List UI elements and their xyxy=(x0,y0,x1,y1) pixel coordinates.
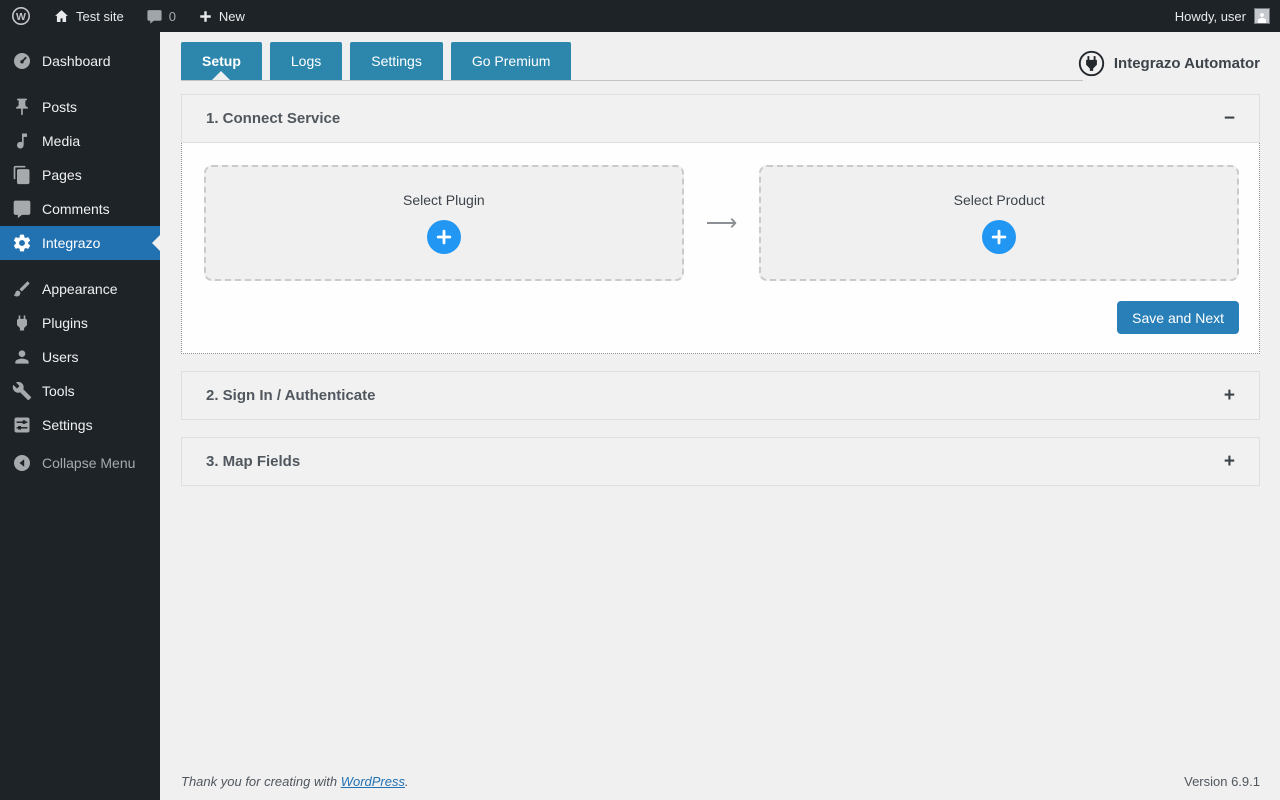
sidebar-item-tools[interactable]: Tools xyxy=(0,374,160,408)
section-connect-service: 1. Connect Service − Select Plugin ⟶ Sel… xyxy=(181,94,1260,354)
pages-icon xyxy=(13,165,30,185)
admin-footer: Thank you for creating with WordPress. V… xyxy=(181,774,1260,789)
site-name-menu[interactable]: Test site xyxy=(42,0,135,32)
gear-icon xyxy=(13,234,31,252)
plus-icon xyxy=(200,10,211,22)
appearance-icon xyxy=(13,281,30,297)
plugin-header-row: Setup Logs Settings Go Premium Integrazo… xyxy=(181,42,1260,94)
svg-text:W: W xyxy=(16,11,26,23)
expand-plus-icon[interactable]: + xyxy=(1224,386,1235,405)
footer-thanks-suffix: . xyxy=(405,774,409,789)
sidebar-item-label: Comments xyxy=(42,201,110,217)
footer-thanks: Thank you for creating with WordPress. xyxy=(181,774,409,789)
sidebar-item-dashboard[interactable]: Dashboard xyxy=(0,44,160,78)
plus-icon xyxy=(436,229,452,245)
select-product-card[interactable]: Select Product xyxy=(759,165,1240,281)
pin-icon xyxy=(16,98,28,116)
media-icon xyxy=(17,133,27,149)
tab-go-premium[interactable]: Go Premium xyxy=(450,42,572,80)
tab-label: Setup xyxy=(202,53,241,69)
tab-label: Logs xyxy=(290,53,322,69)
sidebar-item-label: Appearance xyxy=(42,281,118,297)
sidebar-item-label: Pages xyxy=(42,167,82,183)
right-arrow-icon: ⟶ xyxy=(705,210,738,235)
tab-setup[interactable]: Setup xyxy=(181,42,262,80)
connect-cards-row: Select Plugin ⟶ Select Product xyxy=(204,165,1240,281)
wordpress-logo-icon: W xyxy=(12,7,30,25)
settings-icon xyxy=(14,417,30,433)
sidebar-item-label: Tools xyxy=(42,383,75,399)
footer-thanks-prefix: Thank you for creating with xyxy=(181,774,341,789)
tab-settings[interactable]: Settings xyxy=(350,42,443,80)
sidebar-item-label: Dashboard xyxy=(42,53,111,69)
plugin-title: Integrazo Automator xyxy=(1078,50,1260,77)
sidebar-item-label: Posts xyxy=(42,99,78,115)
add-product-button[interactable] xyxy=(982,220,1017,254)
sidebar-item-comments[interactable]: Comments xyxy=(0,192,160,226)
sidebar-item-integrazo[interactable]: Integrazo xyxy=(0,226,160,260)
comments-icon xyxy=(13,200,31,219)
sidebar-item-label: Users xyxy=(42,349,79,365)
sidebar-item-appearance[interactable]: Appearance xyxy=(0,272,160,306)
admin-bar: W Test site 0 New Howdy, user xyxy=(0,0,1280,32)
plus-icon xyxy=(991,229,1007,245)
select-product-label: Select Product xyxy=(953,192,1045,208)
section-header-map-fields[interactable]: 3. Map Fields + xyxy=(181,437,1260,486)
plugin-icon xyxy=(17,315,27,331)
person-silhouette-icon xyxy=(1258,13,1266,23)
sidebar-item-label: Media xyxy=(42,133,81,149)
users-icon xyxy=(15,350,29,364)
sidebar-item-posts[interactable]: Posts xyxy=(0,90,160,124)
select-plugin-card[interactable]: Select Plugin xyxy=(204,165,684,281)
section-sign-in: 2. Sign In / Authenticate + xyxy=(181,371,1260,420)
sidebar-item-media[interactable]: Media xyxy=(0,124,160,158)
comment-count: 0 xyxy=(168,8,176,24)
save-row: Save and Next xyxy=(204,301,1239,334)
collapse-menu-button[interactable]: Collapse Menu xyxy=(0,446,160,480)
plugin-title-text: Integrazo Automator xyxy=(1113,55,1260,72)
connect-service-panel: Select Plugin ⟶ Select Product Save and … xyxy=(181,143,1260,354)
howdy-text: Howdy, user xyxy=(1174,8,1246,24)
sidebar-item-pages[interactable]: Pages xyxy=(0,158,160,192)
expand-plus-icon[interactable]: + xyxy=(1224,452,1235,471)
section-title: 3. Map Fields xyxy=(206,453,301,470)
section-header-connect-service[interactable]: 1. Connect Service − xyxy=(181,94,1260,143)
section-map-fields: 3. Map Fields + xyxy=(181,437,1260,486)
select-plugin-label: Select Plugin xyxy=(403,192,485,208)
sidebar-item-users[interactable]: Users xyxy=(0,340,160,374)
new-menu[interactable]: New xyxy=(187,0,256,32)
account-menu[interactable]: Howdy, user xyxy=(1175,8,1280,24)
tab-label: Go Premium xyxy=(471,53,551,69)
collapse-arrow-icon xyxy=(14,455,30,471)
save-and-next-button[interactable]: Save and Next xyxy=(1117,301,1239,334)
dashboard-icon xyxy=(14,53,30,69)
sidebar-item-settings[interactable]: Settings xyxy=(0,408,160,442)
tab-logs[interactable]: Logs xyxy=(269,42,343,80)
tab-label: Settings xyxy=(371,53,422,69)
avatar xyxy=(1254,8,1270,24)
tab-strip: Setup Logs Settings Go Premium xyxy=(181,42,1083,81)
section-header-sign-in[interactable]: 2. Sign In / Authenticate + xyxy=(181,371,1260,420)
main-content: Setup Logs Settings Go Premium Integrazo… xyxy=(160,32,1280,800)
new-label: New xyxy=(218,8,245,24)
site-name: Test site xyxy=(76,8,124,24)
wordpress-logo[interactable]: W xyxy=(0,0,42,32)
admin-sidebar: Dashboard Posts Media Pages Comments Int… xyxy=(0,32,160,800)
wordpress-link[interactable]: WordPress xyxy=(341,774,405,789)
sidebar-item-label: Integrazo xyxy=(42,235,101,251)
comment-bubble-icon xyxy=(147,9,162,24)
section-title: 1. Connect Service xyxy=(206,110,341,127)
home-icon xyxy=(55,9,68,22)
footer-version: Version 6.9.1 xyxy=(1184,774,1260,789)
plug-circle-icon xyxy=(1078,50,1105,77)
sidebar-item-label: Plugins xyxy=(42,315,88,331)
sidebar-item-label: Settings xyxy=(42,417,93,433)
comments-menu[interactable]: 0 xyxy=(135,0,187,32)
add-plugin-button[interactable] xyxy=(426,220,461,254)
collapse-minus-icon[interactable]: − xyxy=(1224,109,1235,128)
section-title: 2. Sign In / Authenticate xyxy=(206,387,376,404)
collapse-menu-label: Collapse Menu xyxy=(42,455,136,471)
tools-icon xyxy=(12,381,32,401)
sidebar-item-plugins[interactable]: Plugins xyxy=(0,306,160,340)
